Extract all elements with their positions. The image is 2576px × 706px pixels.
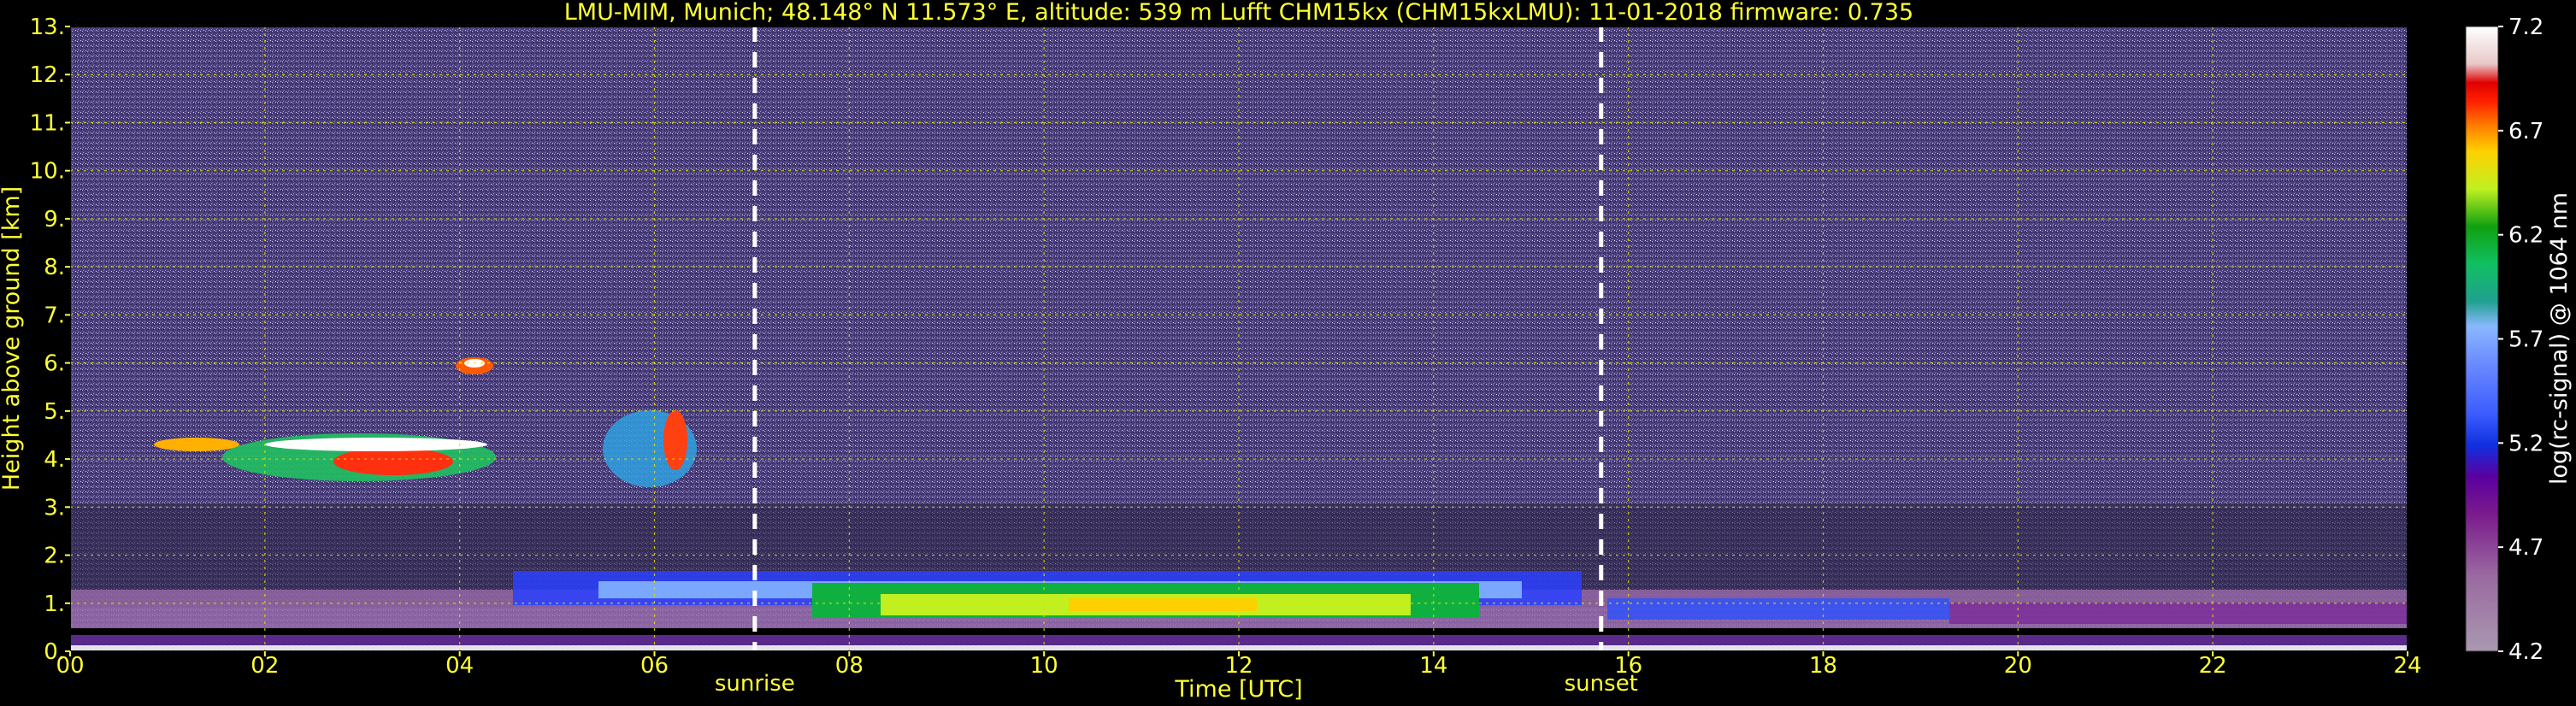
y-tick-label: 1.	[44, 591, 65, 617]
colorbar-tick-label: 5.2	[2508, 431, 2544, 456]
colorbar-tick-label: 7.2	[2508, 15, 2544, 40]
y-tick-label: 12.	[30, 62, 65, 88]
x-tick-label: 24	[2393, 653, 2421, 679]
y-tick-label: 9.	[44, 207, 65, 232]
x-tick-label: 04	[445, 653, 474, 679]
x-tick-label: 02	[251, 653, 279, 679]
sunrise-label: sunrise	[715, 671, 795, 697]
x-tick-label: 20	[2004, 653, 2032, 679]
x-tick-label: 18	[1809, 653, 1837, 679]
colorbar-label: log(rc-signal) @ 1064 nm	[2546, 192, 2573, 485]
y-tick-label: 3.	[44, 495, 65, 521]
x-axis-label: Time [UTC]	[1174, 676, 1302, 703]
y-tick-label: 11.	[30, 110, 65, 136]
y-tick-label: 10.	[30, 159, 65, 185]
chart-title: LMU-MIM, Munich; 48.148° N 11.573° E, al…	[564, 0, 1913, 26]
y-tick-label: 4.	[44, 447, 65, 473]
y-tick-label: 8.	[44, 255, 65, 280]
colorbar-tick-label: 6.7	[2508, 119, 2544, 144]
x-tick-label: 14	[1419, 653, 1447, 679]
y-tick-label: 13.	[30, 15, 65, 40]
colorbar	[2465, 26, 2499, 652]
colorbar-tick-label: 5.7	[2508, 327, 2544, 353]
y-tick-label: 7.	[44, 303, 65, 328]
y-tick-label: 2.	[44, 544, 65, 569]
x-tick-label: 12	[1224, 653, 1253, 679]
y-tick-label: 6.	[44, 351, 65, 377]
colorbar-tick-label: 4.7	[2508, 535, 2544, 561]
y-axis-label: Height above ground [km]	[0, 186, 25, 491]
x-tick-label: 08	[835, 653, 864, 679]
x-tick-label: 16	[1614, 653, 1642, 679]
colorbar-tick-label: 4.2	[2508, 639, 2544, 665]
x-tick-label: 10	[1030, 653, 1058, 679]
y-tick-label: 5.	[44, 399, 65, 425]
y-tick-label: 0.	[44, 639, 65, 665]
lidar-chart: sunrise sunset00 02 04 06 08 10 12 14 16 18 20 22 240…	[0, 0, 2573, 703]
x-tick-label: 06	[640, 653, 669, 679]
x-tick-label: 22	[2199, 653, 2227, 679]
colorbar-tick-label: 6.2	[2508, 223, 2544, 249]
